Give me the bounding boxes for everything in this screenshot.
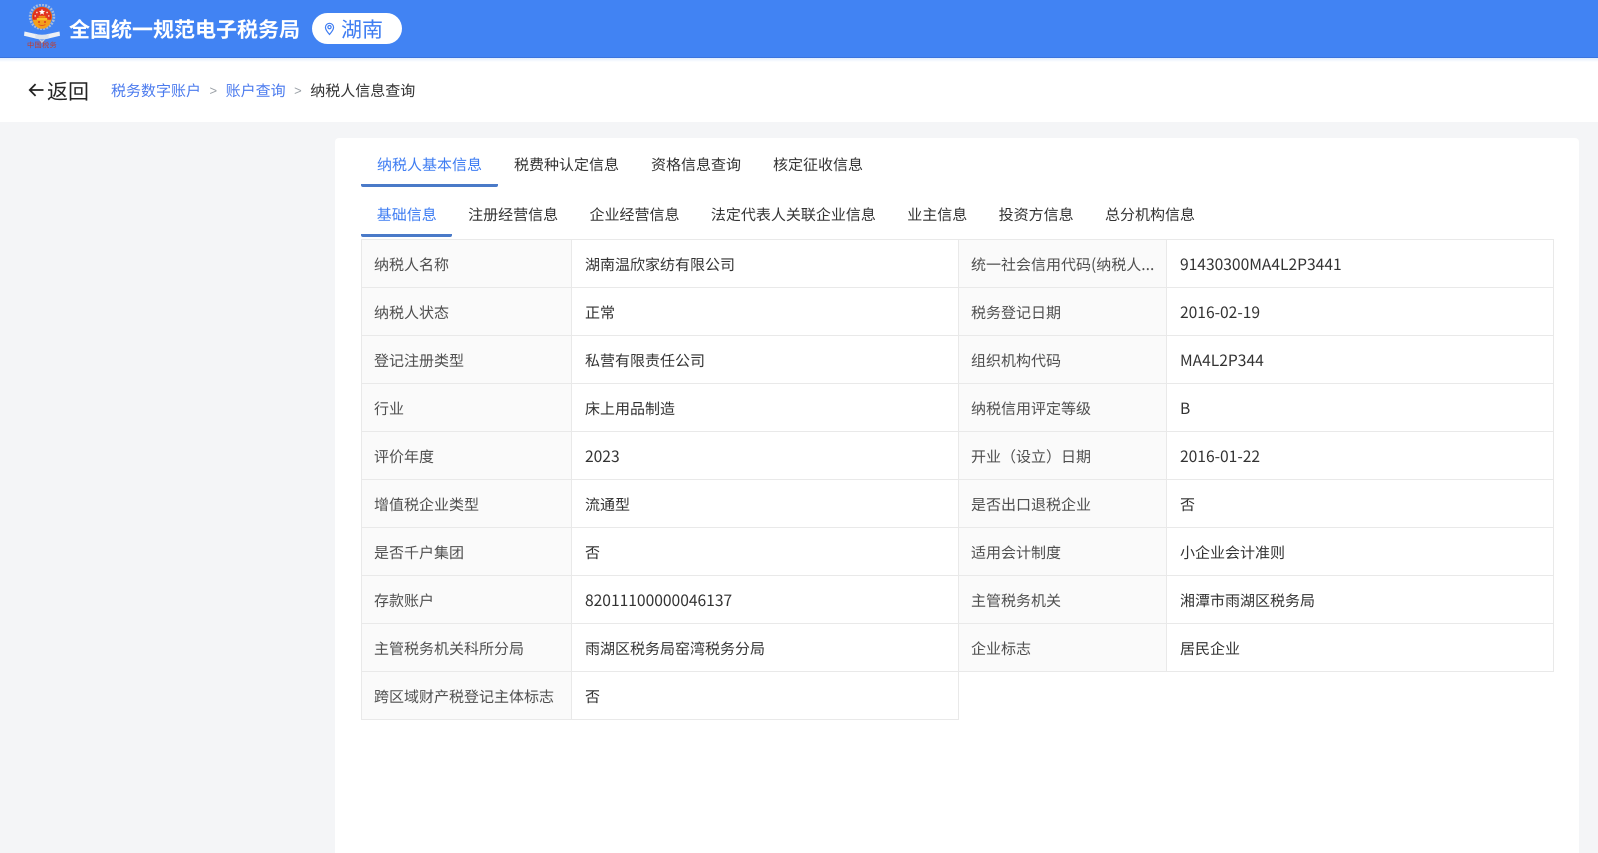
svg-text:中国税务: 中国税务 [27, 40, 57, 51]
